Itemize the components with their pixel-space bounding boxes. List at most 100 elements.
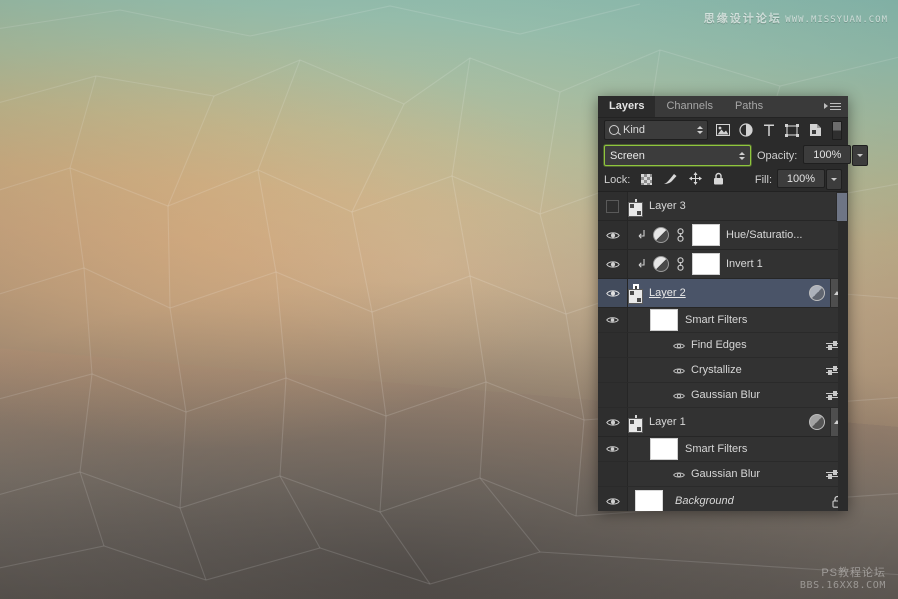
layer-row-hue-saturation[interactable]: Hue/Saturatio...	[598, 221, 848, 251]
layer-row-body[interactable]: Layer 1	[628, 407, 848, 438]
lock-all-icon[interactable]	[713, 172, 724, 188]
layer-row-layer-2[interactable]: Layer 2	[598, 278, 848, 309]
chevron-updown-icon	[696, 126, 703, 135]
visibility-toggle[interactable]	[598, 250, 628, 279]
smart-filter-name: Find Edges	[691, 339, 747, 352]
layer-name[interactable]: Invert 1	[726, 258, 763, 270]
layer-name[interactable]: Layer 3	[649, 200, 686, 212]
adjustment-layer-icon[interactable]	[653, 227, 669, 244]
filter-row-gutter	[598, 333, 628, 358]
visibility-toggle[interactable]	[598, 408, 628, 437]
tab-layers[interactable]: Layers	[598, 96, 656, 117]
fill-dropdown-arrow[interactable]	[826, 169, 842, 191]
smart-filters-header-layer-1[interactable]: Smart Filters	[598, 437, 848, 463]
adjustment-layer-filter-icon[interactable]	[739, 123, 754, 138]
layer-mask-thumbnail[interactable]	[692, 253, 720, 276]
smart-object-filter-icon[interactable]	[808, 123, 823, 138]
layer-thumbnail[interactable]	[635, 490, 663, 511]
filter-enable-toggle[interactable]	[831, 120, 842, 140]
layer-mask-thumbnail[interactable]	[692, 224, 720, 247]
eye-off-icon	[606, 199, 619, 213]
layer-name[interactable]: Background	[675, 495, 734, 507]
smart-filter-item[interactable]: Crystallize	[628, 364, 848, 376]
layer-name[interactable]: Hue/Saturatio...	[726, 229, 802, 241]
smart-filters-head[interactable]: Smart Filters	[628, 438, 848, 461]
eye-icon[interactable]	[673, 391, 685, 399]
visibility-toggle[interactable]	[598, 192, 628, 221]
link-mask-icon[interactable]	[675, 228, 686, 243]
fill-control[interactable]: 100%	[777, 169, 842, 191]
visibility-toggle[interactable]	[598, 221, 628, 250]
scrollbar-thumb[interactable]	[836, 192, 848, 223]
fill-label: Fill:	[754, 173, 772, 186]
lock-transparent-pixels-icon[interactable]	[641, 174, 653, 186]
layer-row-body[interactable]: Hue/Saturatio...	[628, 221, 848, 249]
layer-row-body[interactable]: Layer 2	[628, 278, 848, 309]
screenshot-canvas: 思缘设计论坛 WWW.MISSYUAN.COM PS教程论坛 BBS.16XX8…	[0, 0, 898, 599]
opacity-dropdown-arrow[interactable]	[852, 145, 869, 166]
eye-icon[interactable]	[673, 366, 685, 374]
smart-filter-mask-thumbnail[interactable]	[650, 309, 678, 332]
lock-row: Lock: Fill: 100%	[598, 168, 848, 192]
blend-opacity-row: Screen Opacity: 100%	[598, 143, 869, 168]
smart-filters-head[interactable]: Smart Filters	[628, 309, 848, 332]
layers-panel[interactable]: Layers Channels Paths Kind Screen Opacit…	[598, 96, 869, 511]
panel-menu-icon[interactable]	[824, 96, 848, 117]
lock-position-icon[interactable]	[689, 171, 703, 188]
smart-filter-badge-icon[interactable]	[809, 414, 825, 431]
opacity-control[interactable]: 100%	[803, 145, 869, 166]
eye-icon[interactable]	[673, 470, 685, 478]
smart-filter-item[interactable]: Gaussian Blur	[628, 389, 848, 401]
layer-list[interactable]: Layer 3 Hue/Saturatio... Invert 1 Layer …	[598, 191, 848, 511]
eye-icon[interactable]	[673, 341, 685, 349]
eye-icon	[605, 289, 620, 298]
smart-filter-row-crystallize[interactable]: Crystallize	[598, 358, 848, 384]
visibility-toggle[interactable]	[598, 308, 628, 333]
layer-row-background[interactable]: Background	[598, 487, 848, 511]
lock-label: Lock:	[604, 173, 631, 186]
layer-list-scroll-gutter[interactable]	[836, 192, 848, 511]
type-layer-filter-icon[interactable]	[762, 123, 777, 138]
layer-row-layer-1[interactable]: Layer 1	[598, 407, 848, 438]
layer-name[interactable]: Layer 1	[649, 416, 686, 428]
chevron-updown-icon	[739, 151, 745, 160]
smart-filter-item[interactable]: Gaussian Blur	[628, 468, 848, 480]
lock-icons	[641, 171, 724, 188]
layer-row-body[interactable]: Invert 1	[628, 250, 848, 278]
opacity-value[interactable]: 100%	[803, 145, 852, 164]
layer-row-body[interactable]: Background	[628, 487, 848, 511]
link-mask-icon[interactable]	[675, 257, 686, 272]
smart-filter-row-find-edges[interactable]: Find Edges	[598, 333, 848, 359]
pixel-layer-filter-icon[interactable]	[716, 123, 731, 138]
filter-row-gutter	[598, 383, 628, 408]
filter-kind-select[interactable]: Kind	[604, 120, 708, 141]
smart-filter-badge-icon[interactable]	[809, 285, 825, 302]
smart-filter-row-gaussian-blur[interactable]: Gaussian Blur	[598, 383, 848, 409]
smart-filter-item[interactable]: Find Edges	[628, 339, 848, 351]
smart-filter-row-gaussian-blur-layer-1[interactable]: Gaussian Blur	[598, 462, 848, 488]
layer-name[interactable]: Layer 2	[649, 287, 686, 299]
layer-row-body[interactable]: Layer 3	[628, 192, 848, 220]
visibility-toggle[interactable]	[598, 437, 628, 462]
lock-image-pixels-icon[interactable]	[663, 172, 678, 188]
smart-filter-mask-thumbnail[interactable]	[650, 438, 678, 461]
blend-mode-select[interactable]: Screen	[604, 145, 751, 166]
smart-object-badge-icon	[628, 202, 643, 218]
filter-row-gutter	[598, 462, 628, 487]
layer-row-layer-3[interactable]: Layer 3	[598, 192, 848, 222]
tab-paths[interactable]: Paths	[723, 96, 775, 117]
eye-icon	[605, 316, 620, 325]
fill-value[interactable]: 100%	[777, 169, 825, 189]
smart-filter-name: Crystallize	[691, 364, 742, 377]
smart-filters-header-layer-2[interactable]: Smart Filters	[598, 308, 848, 334]
visibility-toggle[interactable]	[598, 279, 628, 308]
shape-layer-filter-icon[interactable]	[785, 123, 800, 138]
adjustment-layer-icon[interactable]	[653, 256, 669, 273]
smart-filters-label: Smart Filters	[685, 314, 748, 327]
clipping-mask-arrow-icon	[635, 258, 647, 270]
filter-kind-label: Kind	[623, 124, 646, 137]
layer-thumbnail-wrap	[628, 284, 643, 305]
tab-channels[interactable]: Channels	[655, 96, 724, 117]
layer-row-invert-1[interactable]: Invert 1	[598, 250, 848, 280]
visibility-toggle[interactable]	[598, 487, 628, 511]
